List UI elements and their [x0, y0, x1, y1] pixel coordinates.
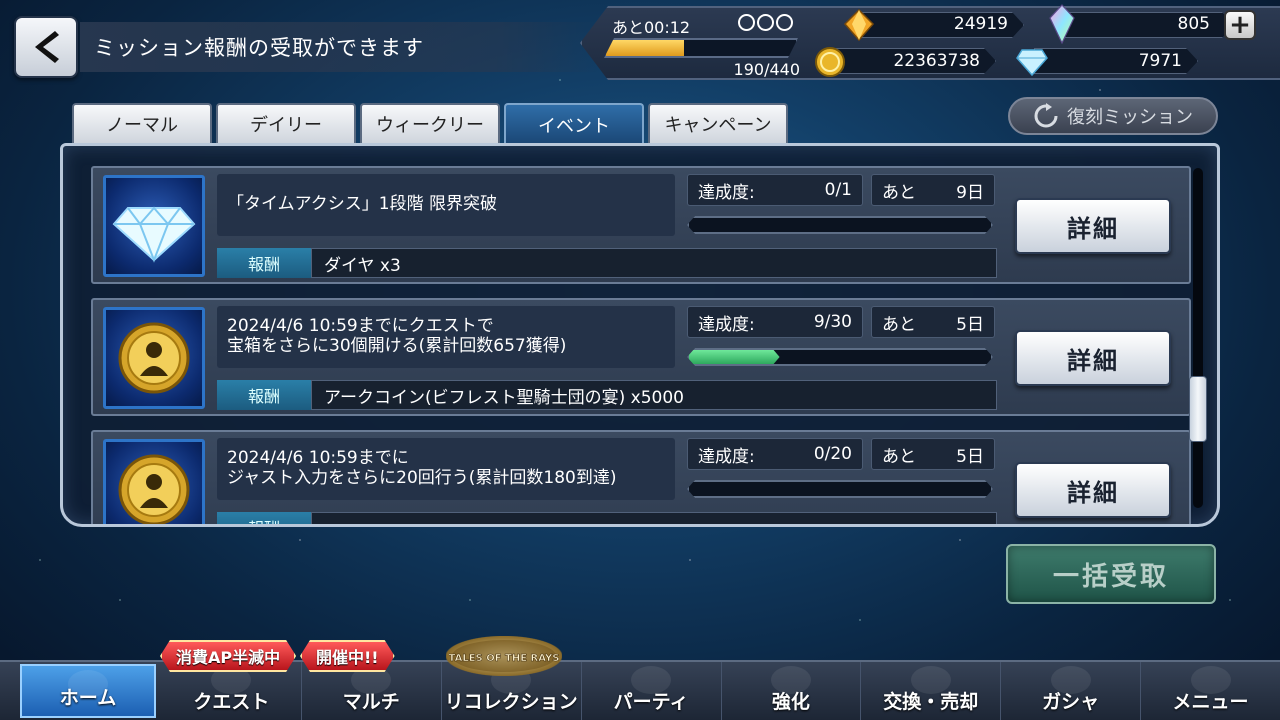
reward-label: 報酬 [217, 248, 311, 278]
tab-label: デイリー [250, 115, 322, 136]
mission-reward-thumb [103, 439, 205, 524]
reward-value: ダイヤ x3 [311, 248, 997, 278]
progress-value: 0/20 [813, 444, 852, 464]
multi-event-badge: 開催中!! [300, 640, 395, 672]
nav-enhance[interactable]: 強化 [722, 662, 862, 720]
party-icon [631, 666, 672, 694]
scrollbar-thumb[interactable] [1189, 376, 1207, 442]
quest-ap-half-badge: 消費AP半減中 [160, 640, 296, 672]
ap-bar [604, 38, 798, 58]
remaining-label: あと [882, 182, 916, 203]
rainbow-crystal-icon [1049, 4, 1075, 44]
progress-bar [687, 480, 993, 498]
remaining-label: あと [882, 314, 916, 335]
mission-reward-thumb [103, 175, 205, 277]
tab-campaign[interactable]: キャンペーン [648, 103, 788, 143]
progress-box: 達成度: 9/30 [687, 306, 863, 338]
page-title-bar: ミッション報酬の受取ができます [80, 22, 600, 72]
progress-label: 達成度: [698, 182, 755, 203]
progress-box: 達成度: 0/20 [687, 438, 863, 470]
gacha-icon [1050, 666, 1091, 694]
mission-list[interactable]: 「タイムアクシス」1段階 限界突破 達成度: 0/1 あと 9日 報酬 ダイヤ … [60, 143, 1220, 527]
event-logo-image: TALES OF THE RAYS [449, 640, 559, 672]
progress-label: 達成度: [698, 446, 755, 467]
exchange-icon [910, 666, 951, 694]
detail-button[interactable]: 詳細 [1015, 330, 1171, 386]
ap-count: 190/440 [733, 60, 800, 79]
home-icon [68, 670, 108, 698]
ap-bar-fill [606, 40, 684, 56]
reprint-mission-label: 復刻ミッション [1067, 107, 1193, 128]
refresh-icon [1034, 103, 1058, 128]
tab-weekly[interactable]: ウィークリー [360, 103, 500, 143]
add-currency-button[interactable]: + [1224, 10, 1256, 40]
remaining-box: あと 5日 [871, 438, 995, 470]
reward-value: アークコイン(ビフレスト聖騎士団の宴) x5000 [311, 380, 997, 410]
mission-row: 「タイムアクシス」1段階 限界突破 達成度: 0/1 あと 9日 報酬 ダイヤ … [91, 166, 1191, 284]
nav-gacha[interactable]: ガシャ [1001, 662, 1142, 720]
remaining-value: 9日 [956, 182, 984, 203]
detail-button[interactable]: 詳細 [1015, 198, 1171, 254]
back-button[interactable] [14, 16, 78, 78]
mission-row: 2024/4/6 10:59までにクエストで 宝箱をさらに30個開ける(累計回数… [91, 298, 1191, 416]
chevron-left-icon [35, 31, 59, 63]
tab-label: ウィークリー [376, 115, 484, 136]
tab-event[interactable]: イベント [504, 103, 644, 145]
diamond-value: 7971 [1138, 51, 1182, 71]
gald-coin-icon [815, 47, 845, 77]
arc-coin-icon [118, 322, 190, 394]
nav-party[interactable]: パーティ [582, 662, 722, 720]
enhance-icon [770, 666, 811, 694]
gald-value: 22363738 [893, 51, 980, 71]
diamond-icon [1016, 49, 1048, 76]
reward-label: 報酬 [217, 380, 311, 410]
nav-home[interactable]: ホーム [20, 664, 156, 718]
diamond-icon [112, 206, 196, 263]
progress-box: 達成度: 0/1 [687, 174, 863, 206]
nav-exchange[interactable]: 交換・売却 [861, 662, 1002, 720]
ap-dot [776, 14, 793, 31]
tab-daily[interactable]: デイリー [216, 103, 356, 143]
detail-button[interactable]: 詳細 [1015, 462, 1171, 518]
reward-label: 報酬 [217, 512, 311, 524]
remaining-label: あと [882, 446, 916, 467]
ap-dots [738, 14, 793, 31]
progress-value: 9/30 [813, 312, 852, 332]
rainbow-crystal-value: 805 [1177, 14, 1210, 34]
remaining-box: あと 9日 [871, 174, 995, 206]
crystal-icon [843, 8, 875, 42]
ap-timer: あと00:12 [612, 18, 691, 37]
claim-all-button[interactable]: 一括受取 [1006, 544, 1216, 604]
remaining-value: 5日 [956, 446, 984, 467]
crystal-value: 24919 [953, 14, 1008, 34]
progress-value: 0/1 [824, 180, 852, 200]
arc-coin-icon [118, 454, 190, 524]
progress-bar-fill [689, 350, 780, 364]
tab-label: ノーマル [106, 115, 178, 136]
nav-menu[interactable]: メニュー [1141, 662, 1280, 720]
progress-label: 達成度: [698, 314, 755, 335]
tab-label: イベント [538, 116, 610, 137]
scrollbar-track[interactable] [1193, 168, 1203, 508]
tab-label: キャンペーン [664, 115, 772, 136]
page-title: ミッション報酬の受取ができます [94, 36, 424, 60]
reward-value [311, 512, 997, 524]
tab-normal[interactable]: ノーマル [72, 103, 212, 143]
mission-row: 2024/4/6 10:59までに ジャスト入力をさらに20回行う(累計回数18… [91, 430, 1191, 524]
mission-description: 「タイムアクシス」1段階 限界突破 [217, 174, 675, 236]
remaining-value: 5日 [956, 314, 984, 335]
mission-description: 2024/4/6 10:59までに ジャスト入力をさらに20回行う(累計回数18… [217, 438, 675, 500]
reprint-mission-button[interactable]: 復刻ミッション [1008, 97, 1218, 135]
ap-dot [757, 14, 774, 31]
event-logo: TALES OF THE RAYS [446, 636, 562, 676]
ap-dot [738, 14, 755, 31]
progress-bar [687, 216, 993, 234]
menu-icon [1190, 666, 1231, 694]
plus-icon: + [1229, 10, 1251, 40]
event-logo-text: TALES OF THE RAYS [449, 653, 559, 664]
mission-reward-thumb [103, 307, 205, 409]
remaining-box: あと 5日 [871, 306, 995, 338]
progress-bar [687, 348, 993, 366]
mission-description: 2024/4/6 10:59までにクエストで 宝箱をさらに30個開ける(累計回数… [217, 306, 675, 368]
